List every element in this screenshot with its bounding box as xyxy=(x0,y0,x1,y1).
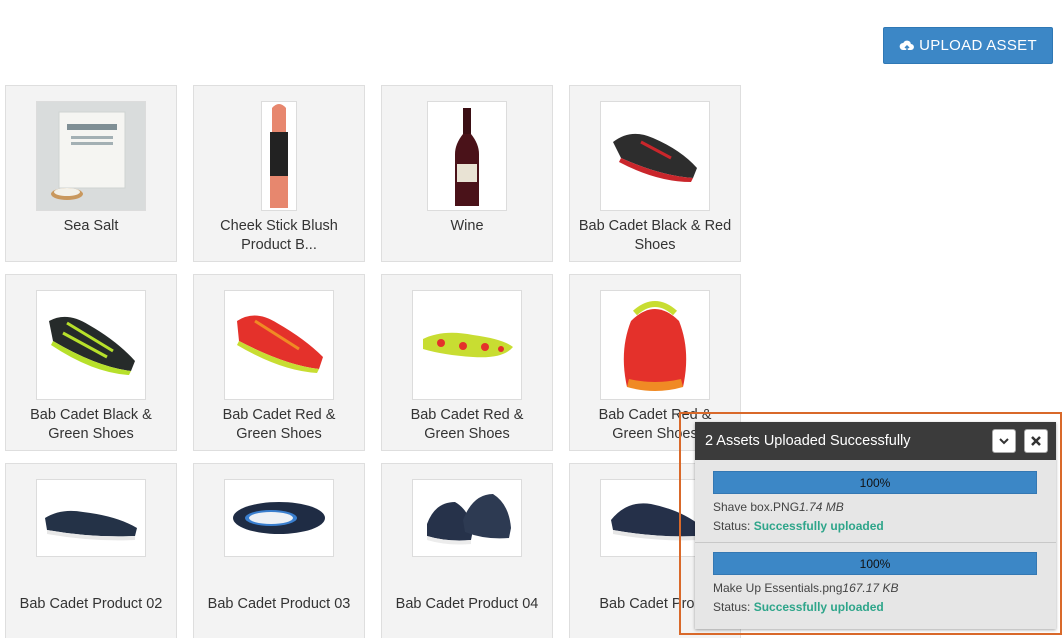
black-green-shoe-image xyxy=(37,291,145,399)
blush-stick-image xyxy=(262,102,296,210)
asset-thumbnail xyxy=(36,479,146,557)
red-green-shoe-image xyxy=(225,291,333,399)
upload-item: 100% Shave box.PNG1.74 MB Status: Succes… xyxy=(695,460,1056,533)
file-info: Make Up Essentials.png167.17 KB xyxy=(713,581,1038,595)
status-label: Status: xyxy=(713,600,751,614)
upload-status-panel: 2 Assets Uploaded Successfully 100% Shav… xyxy=(695,422,1056,629)
progress-bar: 100% xyxy=(713,552,1037,575)
asset-name: Sea Salt xyxy=(63,218,119,234)
progress-bar: 100% xyxy=(713,471,1037,494)
asset-name: Bab Cadet Product 03 xyxy=(207,596,351,612)
asset-thumbnail xyxy=(427,101,507,211)
close-icon xyxy=(1031,436,1041,446)
file-size: 167.17 KB xyxy=(842,581,899,595)
shoe-sole-image xyxy=(413,291,521,399)
status-label: Status: xyxy=(713,519,751,533)
asset-name: Bab Cadet Red & Green Shoes xyxy=(410,407,524,442)
file-info: Shave box.PNG1.74 MB xyxy=(713,500,1038,514)
asset-thumbnail xyxy=(600,290,710,400)
file-name: Make Up Essentials.png xyxy=(713,581,843,595)
asset-card[interactable]: Sea Salt xyxy=(5,85,177,262)
upload-status: Status: Successfully uploaded xyxy=(713,600,1038,614)
asset-thumbnail xyxy=(36,101,146,211)
asset-name: Cheek Stick Blush Product B... xyxy=(220,218,338,253)
asset-name: Wine xyxy=(450,218,484,234)
asset-card[interactable]: Bab Cadet Red & Green Shoes xyxy=(381,274,553,451)
black-red-shoe-image xyxy=(601,102,709,210)
asset-name: Bab Cadet Black & Green Shoes xyxy=(30,407,152,442)
collapse-button[interactable] xyxy=(992,429,1016,453)
upload-panel-header: 2 Assets Uploaded Successfully xyxy=(695,422,1056,460)
asset-card[interactable]: Bab Cadet Black & Red Shoes xyxy=(569,85,741,262)
status-value: Successfully uploaded xyxy=(753,600,884,614)
file-name: Shave box.PNG xyxy=(713,500,800,514)
upload-asset-button[interactable]: UPLOAD ASSET xyxy=(883,27,1053,64)
upload-asset-label: UPLOAD ASSET xyxy=(919,37,1037,54)
navy-sneaker-image xyxy=(37,480,145,556)
asset-card[interactable]: Bab Cadet Red & Green Shoes xyxy=(193,274,365,451)
navy-sneakers-pair-image xyxy=(413,480,521,556)
asset-thumbnail xyxy=(412,479,522,557)
wine-bottle-image xyxy=(428,102,506,210)
asset-card[interactable]: Wine xyxy=(381,85,553,262)
upload-status: Status: Successfully uploaded xyxy=(713,519,1038,533)
asset-card[interactable]: Bab Cadet Product 03 xyxy=(193,463,365,638)
cloud-upload-icon xyxy=(899,40,915,51)
asset-thumbnail xyxy=(224,479,334,557)
upload-item: 100% Make Up Essentials.png167.17 KB Sta… xyxy=(695,542,1056,614)
asset-card[interactable]: Bab Cadet Black & Green Shoes xyxy=(5,274,177,451)
sea-salt-image xyxy=(37,102,145,210)
asset-card[interactable]: Bab Cadet Product 04 xyxy=(381,463,553,638)
close-button[interactable] xyxy=(1024,429,1048,453)
asset-thumbnail xyxy=(412,290,522,400)
asset-thumbnail xyxy=(36,290,146,400)
asset-thumbnail xyxy=(600,101,710,211)
asset-name: Bab Cadet Red & Green Shoes xyxy=(222,407,336,442)
asset-thumbnail xyxy=(224,290,334,400)
chevron-down-icon xyxy=(999,438,1009,445)
file-size: 1.74 MB xyxy=(799,500,844,514)
upload-panel-title: 2 Assets Uploaded Successfully xyxy=(705,433,911,449)
asset-card[interactable]: Cheek Stick Blush Product B... xyxy=(193,85,365,262)
asset-thumbnail xyxy=(261,101,297,211)
asset-card[interactable]: Bab Cadet Product 02 xyxy=(5,463,177,638)
status-value: Successfully uploaded xyxy=(753,519,884,533)
red-shoe-front-image xyxy=(601,291,709,399)
asset-name: Bab Cadet Product 02 xyxy=(19,596,163,612)
navy-sneaker-top-image xyxy=(225,480,333,556)
asset-name: Bab Cadet Product 04 xyxy=(395,596,539,612)
asset-name: Bab Cadet Black & Red Shoes xyxy=(578,218,732,253)
